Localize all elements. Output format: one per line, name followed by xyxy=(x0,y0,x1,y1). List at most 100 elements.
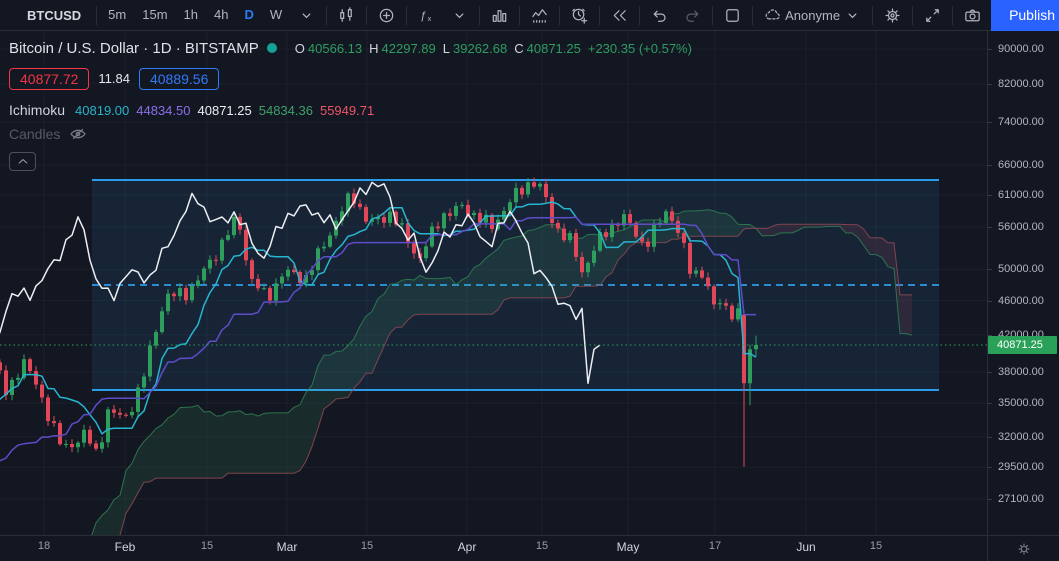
cloud-save-icon xyxy=(763,6,782,25)
time-tick-label: Feb xyxy=(114,540,136,554)
time-axis[interactable]: 18 Feb 15 Mar 15 Apr 15 May 17 Jun 15 xyxy=(0,535,987,561)
indicator-value: 54834.36 xyxy=(258,102,313,118)
indicator-value: 40871.25 xyxy=(197,102,252,118)
chevron-down-icon xyxy=(450,6,469,25)
price-tick-label: 35000.00 xyxy=(988,397,1044,410)
toolbar-separator xyxy=(872,5,874,25)
price-tick-label: 90000.00 xyxy=(988,43,1044,55)
time-tick-label: Mar xyxy=(276,540,298,554)
time-tick-label: 15 xyxy=(360,540,374,552)
time-tick-label: Jun xyxy=(796,540,816,554)
toolbar-separator xyxy=(712,5,714,25)
indicator-templates-button[interactable] xyxy=(483,0,516,30)
timeframe-5m[interactable]: 5m xyxy=(100,0,134,30)
interval-dropdown-button[interactable] xyxy=(290,0,323,30)
hidden-series-name[interactable]: Candles xyxy=(9,126,60,142)
alarm-clock-plus-icon xyxy=(570,6,589,25)
layout-square-icon xyxy=(723,6,742,25)
toolbar-separator xyxy=(639,5,641,25)
screenshot-button[interactable] xyxy=(956,0,989,30)
fullscreen-button[interactable] xyxy=(916,0,949,30)
settings-button[interactable] xyxy=(876,0,909,30)
ohlc-value: 40871.25 xyxy=(526,40,581,56)
ohlc-label: O xyxy=(294,40,305,56)
price-tick-label: 50000.00 xyxy=(988,263,1044,276)
ohlc-label: H xyxy=(369,40,379,56)
ohlc-label: C xyxy=(514,40,524,56)
sell-price-badge[interactable]: 40877.72 xyxy=(9,67,90,90)
eye-off-icon[interactable] xyxy=(68,124,88,144)
chevron-down-icon xyxy=(297,6,316,25)
layout-button[interactable] xyxy=(716,0,749,30)
time-tick-label: 15 xyxy=(200,540,214,552)
chevron-down-icon xyxy=(843,6,862,25)
ohlc-values: O 40566.13 H 42297.89 L 39262.68 C 40871.25 +230… xyxy=(295,41,692,56)
chevron-up-icon xyxy=(16,155,30,169)
ohlc-value: 39262.68 xyxy=(453,40,508,56)
time-tick-label: Apr xyxy=(457,540,477,554)
undo-button[interactable] xyxy=(643,0,676,30)
chart-style-button[interactable] xyxy=(330,0,363,30)
timeframe-15m[interactable]: 15m xyxy=(134,0,175,30)
toolbar-separator xyxy=(752,5,754,25)
timeframe-W[interactable]: W xyxy=(262,0,290,30)
indicator-value: 40819.00 xyxy=(75,102,130,118)
username-label: Anonyme xyxy=(785,7,841,23)
gear-icon xyxy=(883,6,902,25)
timeframe-group: 5m 15m 1h 4h D W xyxy=(100,0,290,30)
price-tick-label: 32000.00 xyxy=(988,430,1044,443)
toolbar-separator xyxy=(406,5,408,25)
pattern-search-button[interactable] xyxy=(523,0,556,30)
price-axis[interactable]: 90000.00 82000.00 74000.00 66000.00 61000.00… xyxy=(987,31,1059,535)
toolbar-right-group: Anonyme Publish xyxy=(709,0,1059,31)
indicators-button[interactable]: ƒx xyxy=(410,0,443,30)
time-tick-label: 15 xyxy=(535,540,549,552)
ohlc-label: L xyxy=(442,40,450,56)
candles-style-icon xyxy=(337,6,356,25)
user-menu-button[interactable]: Anonyme xyxy=(756,0,869,30)
expand-arrows-icon xyxy=(923,6,942,25)
sun-theme-icon[interactable] xyxy=(1015,540,1033,558)
publish-button[interactable]: Publish xyxy=(991,0,1059,31)
toolbar-separator xyxy=(519,5,521,25)
indicator-name[interactable]: Ichimoku xyxy=(9,102,65,118)
toolbar-separator xyxy=(599,5,601,25)
indicator-value: 44834.50 xyxy=(136,102,191,118)
symbol-button[interactable]: BTCUSD xyxy=(0,8,93,23)
legend-collapse-button[interactable] xyxy=(9,152,36,171)
timeframe-1h[interactable]: 1h xyxy=(176,0,206,30)
price-tick-label: 46000.00 xyxy=(988,294,1044,307)
compare-button[interactable] xyxy=(370,0,403,30)
top-toolbar: BTCUSD 5m 15m 1h 4h D W ƒx Anonyme Publish xyxy=(0,0,1059,31)
redo-button[interactable] xyxy=(676,0,709,30)
alert-button[interactable] xyxy=(563,0,596,30)
timeframe-D[interactable]: D xyxy=(236,0,261,30)
price-tick-label: 61000.00 xyxy=(988,188,1044,201)
columns-chart-icon xyxy=(490,6,509,25)
toolbar-separator xyxy=(559,5,561,25)
price-tick-label: 38000.00 xyxy=(988,366,1044,379)
undo-arrow-icon xyxy=(650,6,669,25)
toolbar-separator xyxy=(912,5,914,25)
time-tick-label: May xyxy=(616,540,640,554)
replay-button[interactable] xyxy=(603,0,636,30)
plus-circle-icon xyxy=(377,6,396,25)
price-tick-label: 66000.00 xyxy=(988,159,1044,172)
timeframe-4h[interactable]: 4h xyxy=(206,0,236,30)
last-price-badge: 40871.25 xyxy=(988,335,1057,354)
indicator-values: 40819.00 44834.50 40871.25 54834.36 55949.71 xyxy=(75,103,374,118)
price-tick-label: 27100.00 xyxy=(988,493,1044,505)
symbol-title[interactable]: Bitcoin / U.S. Dollar · 1D · BITSTAMP xyxy=(9,40,259,57)
buy-price-badge[interactable]: 40889.56 xyxy=(138,67,220,90)
svg-text:ƒ: ƒ xyxy=(420,9,426,21)
market-status-dot xyxy=(266,43,277,53)
axis-corner xyxy=(987,535,1059,561)
toolbar-separator xyxy=(96,5,98,25)
indicators-dropdown-button[interactable] xyxy=(443,0,476,30)
toolbar-separator xyxy=(479,5,481,25)
change-value: +230.35 (+0.57%) xyxy=(587,40,692,56)
line-pattern-icon xyxy=(530,6,549,25)
ohlc-value: 42297.89 xyxy=(381,40,436,56)
time-tick-label: 15 xyxy=(869,540,883,552)
fx-indicators-icon: ƒx xyxy=(417,6,436,25)
